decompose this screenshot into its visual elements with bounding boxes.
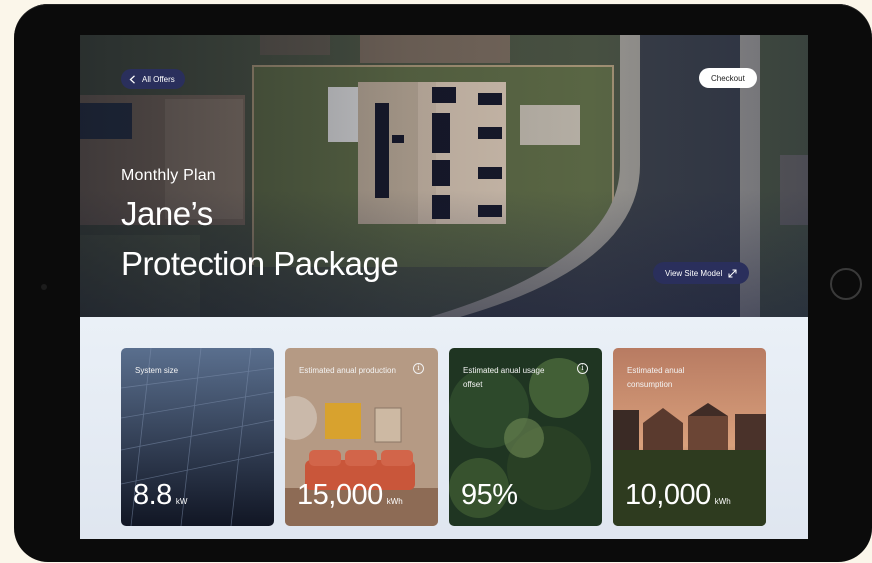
app-screen: All Offers Checkout Monthly Plan Jane’s …	[80, 35, 808, 539]
customer-name: Jane’s	[121, 195, 213, 232]
stat-label: System size	[135, 366, 179, 375]
info-icon[interactable]: i	[413, 363, 424, 374]
stat-value-group: 15,000 kWh	[297, 479, 403, 512]
stat-card-usage-offset[interactable]: Estimated anual usage offset i 95%	[449, 348, 602, 526]
checkout-label: Checkout	[711, 73, 745, 83]
stat-label: Estimated anual usage offset	[463, 366, 545, 389]
all-offers-label: All Offers	[142, 74, 175, 84]
view-site-model-button[interactable]: View Site Model	[653, 262, 750, 284]
stat-value-group: 95%	[461, 479, 522, 512]
hero-banner: All Offers Checkout Monthly Plan Jane’s …	[80, 35, 808, 317]
plan-label: Monthly Plan	[121, 167, 216, 184]
stat-unit: kWh	[714, 497, 731, 506]
stat-value: 10,000	[625, 479, 711, 511]
stat-label: Estimated anual production	[299, 366, 396, 375]
stat-value-group: 10,000 kWh	[625, 479, 731, 512]
camera-icon	[41, 284, 47, 290]
package-title: Protection Package	[121, 245, 399, 282]
stat-value-group: 8.8 kW	[133, 479, 187, 512]
stat-unit: kW	[175, 497, 188, 506]
info-icon[interactable]: i	[577, 363, 588, 374]
stat-card-consumption[interactable]: Estimated anual consumption 10,000 kWh	[613, 348, 766, 526]
view-site-model-label: View Site Model	[665, 268, 723, 278]
stat-card-production[interactable]: Estimated anual production i 15,000 kWh	[285, 348, 438, 526]
tablet-device: All Offers Checkout Monthly Plan Jane’s …	[14, 4, 872, 562]
stat-value: 95%	[461, 479, 518, 511]
all-offers-button[interactable]: All Offers	[121, 69, 185, 89]
expand-arrows-icon	[728, 269, 737, 277]
stats-section: System size 8.8 kW Estimated anual produ…	[80, 317, 808, 539]
checkout-button[interactable]: Checkout	[699, 68, 757, 88]
stat-value: 8.8	[133, 479, 172, 511]
stat-label: Estimated anual consumption	[627, 366, 685, 389]
stat-unit: kWh	[386, 497, 403, 506]
stat-card-system-size[interactable]: System size 8.8 kW	[121, 348, 274, 526]
home-button[interactable]	[830, 268, 862, 300]
stat-value: 15,000	[297, 479, 383, 511]
chevron-left-icon	[129, 74, 135, 84]
